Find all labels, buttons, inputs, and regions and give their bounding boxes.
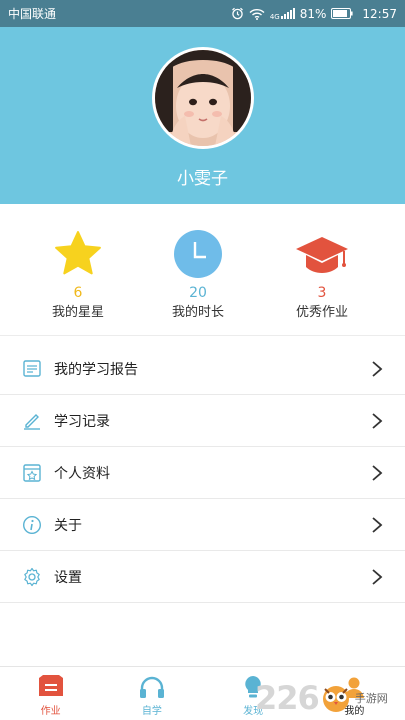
menu-item-about[interactable]: 关于: [0, 499, 405, 551]
carrier-name: 中国联通: [8, 7, 57, 21]
watermark-number: 226: [255, 679, 320, 717]
watermark: 226 手游网: [255, 676, 405, 720]
profile-header: 小雯子: [0, 27, 405, 204]
homework-icon: [38, 675, 63, 696]
menu-label: 个人资料: [54, 465, 110, 482]
clock-icon: [173, 229, 223, 279]
network-type: 4G: [269, 12, 280, 21]
username: 小雯子: [177, 169, 228, 189]
stat-value: 3: [317, 285, 327, 301]
avatar-photo: [155, 50, 251, 146]
stat-label: 我的星星: [51, 305, 104, 320]
menu-item-study-record[interactable]: 学习记录: [0, 395, 405, 447]
battery-percent: 81%: [299, 6, 327, 21]
chevron-right-icon: [372, 413, 383, 429]
menu-label: 我的学习报告: [54, 361, 138, 378]
star-icon: [53, 229, 103, 279]
tab-label: 自学: [141, 706, 162, 717]
menu-item-settings[interactable]: 设置: [0, 551, 405, 603]
chevron-right-icon: [372, 361, 383, 377]
profile-card-icon: [23, 463, 41, 482]
signal-icon: [280, 8, 295, 19]
stat-stars[interactable]: 6 我的星星: [23, 229, 133, 321]
settings-menu: 我的学习报告 学习记录 个人资料 关于 设置: [0, 343, 405, 603]
stats-row: 6 我的星星 20 我的时长 3 优秀作业: [0, 204, 405, 336]
report-icon: [23, 359, 41, 377]
watermark-site: 手游网: [354, 692, 388, 705]
graduation-cap-icon: [296, 229, 348, 279]
battery-icon: [331, 8, 354, 19]
stat-label: 优秀作业: [295, 305, 348, 320]
avatar[interactable]: [152, 47, 254, 149]
stat-value: 20: [189, 285, 207, 301]
stat-label: 我的时长: [171, 305, 224, 320]
tab-label: 作业: [40, 706, 61, 717]
wifi-icon: [249, 8, 265, 20]
stat-excellent-homework[interactable]: 3 优秀作业: [267, 229, 377, 321]
menu-item-study-report[interactable]: 我的学习报告: [0, 343, 405, 395]
menu-label: 关于: [54, 517, 82, 534]
pencil-icon: [24, 413, 40, 430]
headphones-icon: [139, 676, 164, 698]
menu-item-profile[interactable]: 个人资料: [0, 447, 405, 499]
tab-self-study[interactable]: 自学: [101, 667, 202, 720]
stat-duration[interactable]: 20 我的时长: [143, 229, 253, 321]
status-bar: 中国联通 4G 81% 12:57: [0, 0, 405, 27]
gear-icon: [24, 567, 40, 586]
chevron-right-icon: [372, 517, 383, 533]
chevron-right-icon: [372, 465, 383, 481]
menu-label: 学习记录: [54, 413, 110, 430]
clock: 12:57: [362, 6, 397, 21]
tab-homework[interactable]: 作业: [0, 667, 101, 720]
menu-label: 设置: [54, 569, 82, 586]
owl-logo-icon: [322, 686, 349, 712]
stat-value: 6: [73, 285, 83, 301]
info-icon: [22, 515, 42, 534]
chevron-right-icon: [372, 569, 383, 585]
alarm-icon: [231, 7, 244, 20]
